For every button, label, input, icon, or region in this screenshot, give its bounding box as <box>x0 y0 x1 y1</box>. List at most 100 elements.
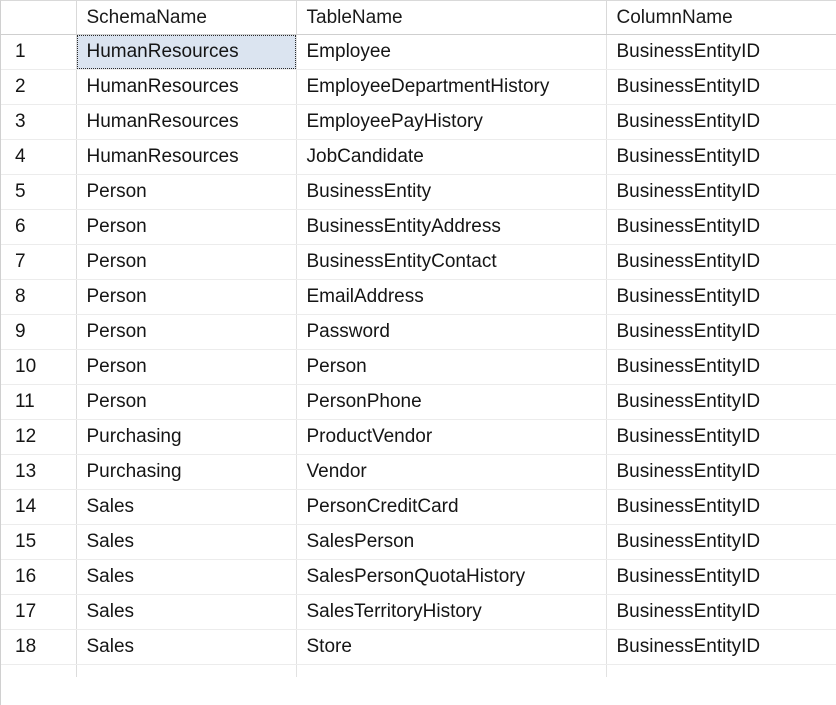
cell-schemaname[interactable]: Person <box>76 174 297 210</box>
cell-tablename[interactable]: Person <box>296 349 607 385</box>
table-row[interactable]: 7 Person BusinessEntityContact BusinessEnti… <box>1 244 836 280</box>
cell-tablename[interactable]: BusinessEntity <box>296 174 607 210</box>
row-number-cell[interactable]: 6 <box>1 209 77 245</box>
cell-schemaname[interactable]: HumanResources <box>76 104 297 140</box>
cell-columnname[interactable]: BusinessEntityID <box>606 559 836 595</box>
table-row[interactable]: 9 Person Password BusinessEntityID <box>1 314 836 350</box>
cell-tablename[interactable]: PersonPhone <box>296 384 607 420</box>
cell-columnname[interactable]: BusinessEntityID <box>606 139 836 175</box>
cell-tablename[interactable]: Store <box>296 629 607 665</box>
cell-schemaname[interactable]: Person <box>76 279 297 315</box>
cell-schemaname[interactable]: HumanResources <box>76 139 297 175</box>
table-row[interactable]: 12 Purchasing ProductVendor BusinessEntityI… <box>1 419 836 455</box>
table-row[interactable]: 14 Sales PersonCreditCard BusinessEntityID <box>1 489 836 525</box>
cell-columnname[interactable]: BusinessEntityID <box>606 244 836 280</box>
column-header-columnname[interactable]: ColumnName <box>606 1 836 35</box>
cell-columnname[interactable]: BusinessEntityID <box>606 69 836 105</box>
column-header-schemaname[interactable]: SchemaName <box>76 1 297 35</box>
cell-empty[interactable] <box>606 664 836 677</box>
cell-tablename[interactable]: SalesPersonQuotaHistory <box>296 559 607 595</box>
row-number-cell[interactable]: 11 <box>1 384 77 420</box>
row-number-cell[interactable]: 15 <box>1 524 77 560</box>
cell-columnname[interactable]: BusinessEntityID <box>606 594 836 630</box>
row-number-cell[interactable]: 8 <box>1 279 77 315</box>
row-number-cell[interactable]: 10 <box>1 349 77 385</box>
cell-columnname[interactable]: BusinessEntityID <box>606 174 836 210</box>
cell-tablename[interactable]: BusinessEntityContact <box>296 244 607 280</box>
cell-columnname[interactable]: BusinessEntityID <box>606 489 836 525</box>
table-row[interactable]: 15 Sales SalesPerson BusinessEntityID <box>1 524 836 560</box>
cell-schemaname-selected[interactable]: HumanResources <box>76 34 297 70</box>
cell-columnname[interactable]: BusinessEntityID <box>606 104 836 140</box>
cell-empty[interactable] <box>1 664 77 677</box>
cell-tablename[interactable]: EmployeePayHistory <box>296 104 607 140</box>
table-row[interactable]: 3 HumanResources EmployeePayHistory Busines… <box>1 104 836 140</box>
cell-columnname[interactable]: BusinessEntityID <box>606 629 836 665</box>
cell-schemaname[interactable]: Person <box>76 244 297 280</box>
cell-schemaname[interactable]: Person <box>76 349 297 385</box>
cell-tablename[interactable]: Employee <box>296 34 607 70</box>
row-number-cell[interactable]: 7 <box>1 244 77 280</box>
table-row[interactable]: 8 Person EmailAddress BusinessEntityID <box>1 279 836 315</box>
table-row[interactable]: 2 HumanResources EmployeeDepartmentHistory… <box>1 69 836 105</box>
cell-columnname[interactable]: BusinessEntityID <box>606 279 836 315</box>
cell-columnname[interactable]: BusinessEntityID <box>606 419 836 455</box>
cell-tablename[interactable]: SalesTerritoryHistory <box>296 594 607 630</box>
cell-schemaname[interactable]: Purchasing <box>76 454 297 490</box>
cell-columnname[interactable]: BusinessEntityID <box>606 384 836 420</box>
cell-columnname[interactable]: BusinessEntityID <box>606 209 836 245</box>
cell-schemaname[interactable]: Person <box>76 314 297 350</box>
table-row[interactable]: 1 HumanResources Employee BusinessEntityID <box>1 34 836 70</box>
cell-schemaname[interactable]: Person <box>76 384 297 420</box>
table-row[interactable]: 11 Person PersonPhone BusinessEntityID <box>1 384 836 420</box>
cell-tablename[interactable]: SalesPerson <box>296 524 607 560</box>
row-number-cell[interactable]: 2 <box>1 69 77 105</box>
cell-columnname[interactable]: BusinessEntityID <box>606 524 836 560</box>
table-row[interactable]: 4 HumanResources JobCandidate BusinessEntit… <box>1 139 836 175</box>
cell-schemaname[interactable]: Sales <box>76 524 297 560</box>
cell-schemaname[interactable]: HumanResources <box>76 69 297 105</box>
cell-schemaname[interactable]: Sales <box>76 629 297 665</box>
table-row[interactable]: 10 Person Person BusinessEntityID <box>1 349 836 385</box>
cell-columnname[interactable]: BusinessEntityID <box>606 34 836 70</box>
table-row[interactable]: 17 Sales SalesTerritoryHistory BusinessEnti… <box>1 594 836 630</box>
table-row[interactable]: 16 Sales SalesPersonQuotaHistory BusinessEn… <box>1 559 836 595</box>
cell-columnname[interactable]: BusinessEntityID <box>606 314 836 350</box>
row-number-cell[interactable]: 4 <box>1 139 77 175</box>
cell-empty[interactable] <box>76 664 297 677</box>
cell-tablename[interactable]: Vendor <box>296 454 607 490</box>
cell-schemaname[interactable]: Person <box>76 209 297 245</box>
cell-tablename[interactable]: PersonCreditCard <box>296 489 607 525</box>
row-number-cell[interactable]: 3 <box>1 104 77 140</box>
cell-tablename[interactable]: EmailAddress <box>296 279 607 315</box>
table-row[interactable]: 18 Sales Store BusinessEntityID <box>1 629 836 665</box>
row-number-cell[interactable]: 16 <box>1 559 77 595</box>
table-row-partial[interactable] <box>1 664 836 677</box>
row-number-cell[interactable]: 17 <box>1 594 77 630</box>
row-number-cell[interactable]: 5 <box>1 174 77 210</box>
cell-tablename[interactable]: EmployeeDepartmentHistory <box>296 69 607 105</box>
cell-tablename[interactable]: ProductVendor <box>296 419 607 455</box>
row-number-cell[interactable]: 18 <box>1 629 77 665</box>
cell-schemaname[interactable]: Purchasing <box>76 419 297 455</box>
table-row[interactable]: 6 Person BusinessEntityAddress BusinessEnti… <box>1 209 836 245</box>
row-number-cell[interactable]: 9 <box>1 314 77 350</box>
cell-schemaname[interactable]: Sales <box>76 559 297 595</box>
row-number-cell[interactable]: 13 <box>1 454 77 490</box>
table-row[interactable]: 5 Person BusinessEntity BusinessEntityID <box>1 174 836 210</box>
table-row[interactable]: 13 Purchasing Vendor BusinessEntityID <box>1 454 836 490</box>
column-header-tablename[interactable]: TableName <box>296 1 607 35</box>
row-number-column-header[interactable] <box>1 1 77 35</box>
row-number-cell[interactable]: 12 <box>1 419 77 455</box>
row-number-cell[interactable]: 1 <box>1 34 77 70</box>
row-number-cell[interactable]: 14 <box>1 489 77 525</box>
cell-columnname[interactable]: BusinessEntityID <box>606 349 836 385</box>
cell-tablename[interactable]: BusinessEntityAddress <box>296 209 607 245</box>
cell-columnname[interactable]: BusinessEntityID <box>606 454 836 490</box>
cell-schemaname[interactable]: Sales <box>76 489 297 525</box>
results-grid[interactable]: SchemaName TableName ColumnName 1 HumanRe… <box>0 0 836 705</box>
cell-tablename[interactable]: Password <box>296 314 607 350</box>
cell-empty[interactable] <box>296 664 607 677</box>
cell-tablename[interactable]: JobCandidate <box>296 139 607 175</box>
cell-schemaname[interactable]: Sales <box>76 594 297 630</box>
